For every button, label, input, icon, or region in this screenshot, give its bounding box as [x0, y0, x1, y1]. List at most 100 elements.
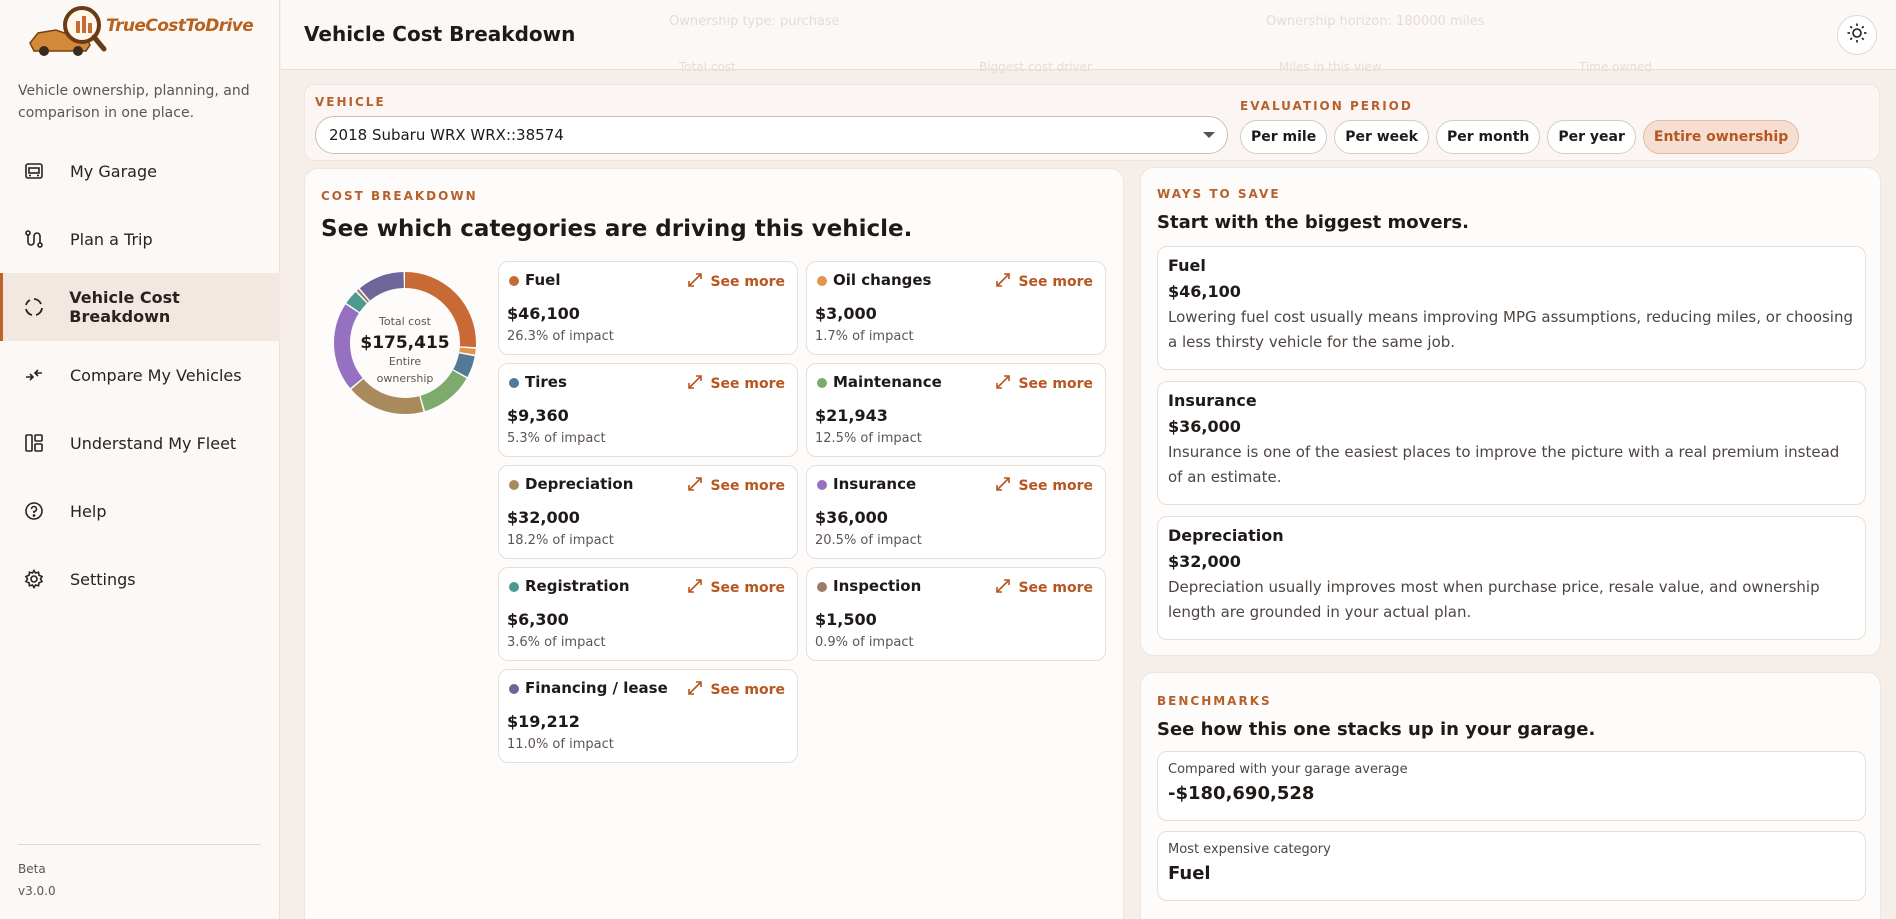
sidebar-item-my-garage[interactable]: My Garage — [0, 137, 280, 205]
category-name: Insurance — [833, 475, 917, 493]
see-more-button[interactable]: See more — [996, 477, 1093, 495]
expand-icon — [996, 273, 1011, 291]
ghost-ownership-type: Ownership type: purchase — [669, 14, 840, 29]
expand-icon — [688, 579, 703, 597]
sidebar-nav: My Garage Plan a Trip Vehicle Cost Break… — [0, 137, 280, 613]
category-value: $1,500 — [815, 610, 877, 629]
ghost-stat: Biggest cost driver — [979, 60, 1092, 74]
sidebar-item-label: Compare My Vehicles — [70, 365, 242, 385]
chevron-down-icon — [1203, 132, 1215, 138]
period-per-week-button[interactable]: Per week — [1334, 120, 1429, 154]
category-tile-registration: Registration See more $6,300 3.6% of impact — [498, 567, 798, 661]
category-tile-fuel: Fuel See more $46,100 26.3% of impact — [498, 261, 798, 355]
theme-toggle-button[interactable] — [1837, 15, 1877, 55]
sidebar-item-label: Understand My Fleet — [70, 433, 237, 453]
sidebar-item-plan-a-trip[interactable]: Plan a Trip — [0, 205, 280, 273]
loading-circle-icon — [22, 295, 45, 319]
see-more-label: See more — [710, 478, 785, 494]
save-item-depreciation: Depreciation $32,000 Depreciation usuall… — [1157, 516, 1866, 640]
sun-icon — [1846, 22, 1868, 48]
category-value: $9,360 — [507, 406, 569, 425]
cost-breakdown-card: COST BREAKDOWN See which categories are … — [304, 168, 1124, 919]
version-label: v3.0.0 — [18, 884, 56, 898]
expand-icon — [688, 273, 703, 291]
benchmark-value: Fuel — [1168, 863, 1211, 884]
category-tile-financing-lease: Financing / lease See more $19,212 11.0% of… — [498, 669, 798, 763]
ghost-stat: Miles in this view — [1279, 60, 1382, 74]
benchmark-value: -$180,690,528 — [1168, 783, 1315, 804]
see-more-button[interactable]: See more — [996, 273, 1093, 291]
cost-breakdown-title: See which categories are driving this ve… — [321, 216, 913, 242]
period-entire-ownership-button[interactable]: Entire ownership — [1642, 120, 1800, 154]
ways-to-save-card: WAYS TO SAVE Start with the biggest move… — [1140, 167, 1881, 656]
brand-name: TrueCostToDrive — [106, 16, 254, 36]
category-tile-maintenance: Maintenance See more $21,943 12.5% of impac… — [806, 363, 1106, 457]
brand-logo[interactable]: TrueCostToDrive — [26, 2, 266, 64]
expand-icon — [996, 477, 1011, 495]
save-item-value: $46,100 — [1168, 282, 1241, 301]
category-impact: 0.9% of impact — [815, 635, 914, 650]
save-item-name: Depreciation — [1168, 526, 1284, 545]
car-magnifier-logo-icon — [26, 3, 108, 63]
see-more-button[interactable]: See more — [688, 477, 785, 495]
ghost-stat: Total cost — [679, 60, 736, 74]
benchmark-label: Most expensive category — [1168, 842, 1331, 857]
sidebar-item-understand-my-fleet[interactable]: Understand My Fleet — [0, 409, 280, 477]
route-icon — [22, 227, 46, 251]
see-more-label: See more — [1018, 376, 1093, 392]
see-more-label: See more — [1018, 478, 1093, 494]
category-value: $3,000 — [815, 304, 877, 323]
category-impact: 11.0% of impact — [507, 737, 614, 752]
period-per-month-button[interactable]: Per month — [1436, 120, 1541, 154]
save-item-description: Lowering fuel cost usually means improvi… — [1168, 308, 1854, 351]
see-more-button[interactable]: See more — [688, 375, 785, 393]
sidebar-item-settings[interactable]: Settings — [0, 545, 280, 613]
gear-icon — [22, 567, 46, 591]
save-item-fuel: Fuel $46,100 Lowering fuel cost usually … — [1157, 246, 1866, 370]
see-more-button[interactable]: See more — [996, 579, 1093, 597]
sidebar-item-help[interactable]: Help — [0, 477, 280, 545]
category-color-dot — [509, 582, 519, 592]
vehicle-select[interactable]: 2018 Subaru WRX WRX::38574 — [315, 116, 1228, 154]
evaluation-period-label: EVALUATION PERIOD — [1240, 99, 1413, 113]
expand-icon — [996, 579, 1011, 597]
benchmarks-card: BENCHMARKS See how this one stacks up in… — [1140, 672, 1881, 919]
category-name: Tires — [525, 373, 567, 391]
save-item-name: Insurance — [1168, 391, 1257, 410]
category-color-dot — [509, 378, 519, 388]
category-name: Depreciation — [525, 475, 634, 493]
sidebar-item-label: Plan a Trip — [70, 229, 153, 249]
page-title: Vehicle Cost Breakdown — [304, 22, 576, 46]
expand-icon — [996, 375, 1011, 393]
donut-svg: Total cost $175,415 Entire ownership — [334, 272, 476, 414]
category-color-dot — [817, 276, 827, 286]
cost-breakdown-kicker: COST BREAKDOWN — [321, 189, 478, 203]
donut-label-bottom-1: Entire — [389, 355, 422, 368]
see-more-button[interactable]: See more — [688, 579, 785, 597]
category-value: $6,300 — [507, 610, 569, 629]
category-tile-depreciation: Depreciation See more $32,000 18.2% of impa… — [498, 465, 798, 559]
save-item-insurance: Insurance $36,000 Insurance is one of th… — [1157, 381, 1866, 505]
vehicle-label: VEHICLE — [315, 95, 386, 109]
period-per-mile-button[interactable]: Per mile — [1240, 120, 1328, 154]
category-impact: 20.5% of impact — [815, 533, 922, 548]
category-color-dot — [509, 480, 519, 490]
category-tile-insurance: Insurance See more $36,000 20.5% of impact — [806, 465, 1106, 559]
category-impact: 3.6% of impact — [507, 635, 606, 650]
benchmark-label: Compared with your garage average — [1168, 762, 1408, 777]
see-more-button[interactable]: See more — [688, 273, 785, 291]
sidebar: TrueCostToDrive Vehicle ownership, plann… — [0, 0, 280, 919]
category-name: Oil changes — [833, 271, 932, 289]
see-more-button[interactable]: See more — [996, 375, 1093, 393]
ways-to-save-title: Start with the biggest movers. — [1157, 212, 1469, 233]
period-per-year-button[interactable]: Per year — [1547, 120, 1636, 154]
ghost-ownership-horizon: Ownership horizon: 180000 miles — [1266, 14, 1485, 29]
sidebar-item-vehicle-cost-breakdown[interactable]: Vehicle Cost Breakdown — [0, 273, 280, 341]
benchmark-most-expensive: Most expensive category Fuel — [1157, 831, 1866, 901]
category-tile-tires: Tires See more $9,360 5.3% of impact — [498, 363, 798, 457]
see-more-button[interactable]: See more — [688, 681, 785, 699]
sidebar-item-compare-my-vehicles[interactable]: Compare My Vehicles — [0, 341, 280, 409]
sidebar-item-label: Settings — [70, 569, 136, 589]
sidebar-item-label: Vehicle Cost Breakdown — [69, 288, 180, 326]
expand-icon — [688, 477, 703, 495]
